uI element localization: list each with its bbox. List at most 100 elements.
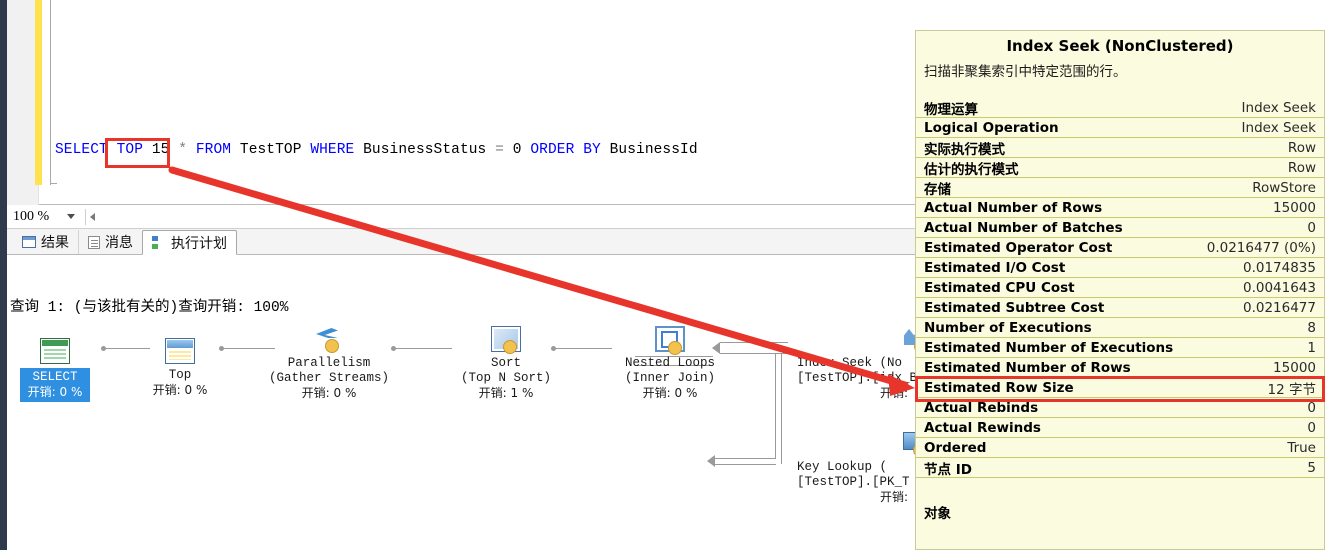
window-left-edge	[0, 0, 7, 550]
tooltip-row: Estimated Operator Cost 0.0216477 (0%)	[916, 238, 1324, 258]
plan-node-index-seek-cost: 开销:	[879, 386, 908, 400]
plan-node-index-seek-sub: [TestTOP].[idx_B	[797, 371, 915, 385]
plan-node-parallelism-cost: 开销: 0 %	[301, 386, 357, 400]
tooltip-row-value: 0	[1307, 399, 1316, 416]
plan-node-select[interactable]: SELECT 开销: 0 %	[15, 338, 95, 402]
execution-plan-canvas[interactable]: SELECT 开销: 0 % Top 开销: 0 % Parallelism (…	[7, 318, 915, 550]
plan-node-sort[interactable]: Sort (Top N Sort) 开销: 1 %	[447, 326, 565, 401]
tooltip-row-key: Actual Number of Rows	[924, 199, 1103, 216]
connector-top-to-select	[101, 346, 150, 351]
scroll-left-icon[interactable]	[90, 212, 96, 221]
tooltip-row-key: Estimated I/O Cost	[924, 259, 1066, 276]
connector-loops-to-sort	[551, 346, 612, 351]
plan-node-parallelism[interactable]: Parallelism (Gather Streams) 开销: 0 %	[259, 339, 399, 401]
tooltip-row-key: Estimated CPU Cost	[924, 279, 1075, 296]
tooltip-row-value: 15000	[1273, 359, 1316, 376]
plan-node-index-seek[interactable]: Index Seek (No [TestTOP].[idx_B 开销:	[797, 340, 915, 401]
status-divider	[85, 208, 87, 225]
tooltip-row-key: Actual Number of Batches	[924, 219, 1123, 236]
plan-node-parallelism-sub: (Gather Streams)	[268, 371, 390, 385]
tooltip-row-value: 0	[1307, 219, 1316, 236]
tab-results[interactable]: 结果	[13, 230, 78, 254]
tooltip-row-value: 1	[1307, 339, 1316, 356]
tooltip-row-value: Index Seek	[1241, 99, 1316, 116]
plan-node-top[interactable]: Top 开销: 0 %	[135, 338, 225, 398]
connector-parallelism-to-top	[219, 346, 275, 351]
tooltip-row-key: Estimated Operator Cost	[924, 239, 1113, 256]
sort-icon	[491, 326, 521, 354]
tooltip-row-value: Index Seek	[1241, 119, 1316, 136]
key-lookup-icon	[901, 430, 915, 457]
tooltip-row: 实际执行模式 Row	[916, 138, 1324, 158]
tooltip-row: 节点 ID 5	[916, 458, 1324, 478]
parallelism-icon	[314, 326, 344, 353]
plan-query-cost-line: 查询 1: (与该批有关的)查询开销: 100%	[10, 300, 289, 316]
tooltip-row-value: 12 字节	[1267, 381, 1316, 398]
tooltip-row-value: 8	[1307, 319, 1316, 336]
plan-node-key-lookup-name: Key Lookup (	[797, 460, 888, 474]
tooltip-row: 物理运算 Index Seek	[916, 98, 1324, 118]
plan-node-nested-loops[interactable]: Nested Loops (Inner Join) 开销: 0 %	[605, 326, 735, 401]
zoom-level-label: 100 %	[13, 208, 50, 224]
tooltip-row-key: Actual Rebinds	[924, 399, 1039, 416]
tooltip-row-value: Row	[1287, 139, 1316, 156]
tab-execution-plan-label: 执行计划	[171, 235, 227, 252]
tooltip-row-key: 实际执行模式	[924, 141, 1005, 158]
tooltip-row-key: Ordered	[924, 439, 987, 456]
plan-node-nested-loops-name: Nested Loops	[624, 356, 715, 370]
tooltip-row-value: 0.0216477	[1242, 299, 1316, 316]
code-fold-line	[50, 0, 51, 185]
plan-node-top-name: Top	[168, 368, 192, 382]
tooltip-row: Estimated CPU Cost 0.0041643	[916, 278, 1324, 298]
tooltip-row-key: Number of Executions	[924, 319, 1092, 336]
plan-node-nested-loops-sub: (Inner Join)	[624, 371, 715, 385]
index-seek-icon	[901, 326, 915, 353]
tooltip-row: 估计的执行模式 Row	[916, 158, 1324, 178]
tooltip-row-value: True	[1287, 439, 1316, 456]
sql-editor-pane[interactable]: SELECT TOP 15 * FROM TestTOP WHERE Busin…	[7, 0, 915, 205]
tooltip-row-value: 5	[1307, 459, 1316, 476]
plan-node-top-cost: 开销: 0 %	[152, 383, 208, 397]
plan-node-select-cost: 开销: 0 %	[27, 385, 83, 399]
tab-messages-label: 消息	[105, 235, 133, 251]
plan-node-key-lookup-sub: [TestTOP].[PK_T	[797, 475, 910, 489]
tooltip-row-key: Estimated Row Size	[924, 379, 1074, 396]
connector-sort-to-parallelism	[391, 346, 452, 351]
change-tracking-bar	[35, 0, 42, 185]
plan-node-sort-sub: (Top N Sort)	[460, 371, 551, 385]
execution-plan-icon	[152, 236, 166, 249]
app-window: SELECT TOP 15 * FROM TestTOP WHERE Busin…	[0, 0, 1325, 550]
tooltip-title: Index Seek (NonClustered)	[1006, 37, 1234, 55]
plan-node-index-seek-name: Index Seek (No	[797, 356, 903, 370]
tab-messages[interactable]: 消息	[78, 230, 142, 254]
results-tabstrip: 结果 消息 执行计划	[7, 229, 915, 255]
tooltip-row-key: 物理运算	[924, 101, 978, 118]
plan-node-key-lookup[interactable]: Key Lookup ( [TestTOP].[PK_T 开销:	[797, 432, 915, 505]
tab-execution-plan[interactable]: 执行计划	[142, 230, 237, 255]
connector-keylookup-vertical	[775, 354, 782, 464]
tooltip-row-key: Estimated Number of Rows	[924, 359, 1131, 376]
select-icon	[40, 338, 70, 364]
code-fold-foot	[50, 183, 57, 184]
tooltip-row-key: 估计的执行模式	[924, 161, 1019, 178]
zoom-level-combo[interactable]: 100 %	[7, 207, 81, 227]
plan-node-select-name: SELECT	[32, 370, 78, 384]
tooltip-row-key: Actual Rewinds	[924, 419, 1041, 436]
chevron-down-icon[interactable]	[67, 214, 76, 219]
nested-loops-icon	[655, 326, 685, 355]
tooltip-row: Actual Rebinds 0	[916, 398, 1324, 418]
connector-seek-to-loops	[720, 342, 788, 354]
tooltip-row: Actual Number of Batches 0	[916, 218, 1324, 238]
tooltip-row-value: Row	[1287, 159, 1316, 176]
top-icon	[165, 338, 195, 364]
plan-node-sort-name: Sort	[490, 356, 521, 370]
tooltip-row: 存储 RowStore	[916, 178, 1324, 198]
tooltip-row: Estimated I/O Cost 0.0174835	[916, 258, 1324, 278]
tooltip-row-value: 15000	[1273, 199, 1316, 216]
tooltip-row: Estimated Subtree Cost 0.0216477	[916, 298, 1324, 318]
tooltip-row-value: RowStore	[1252, 179, 1316, 196]
tooltip-row-value: 0	[1307, 419, 1316, 436]
tooltip-row-value: 0.0174835	[1242, 259, 1316, 276]
message-icon	[88, 235, 100, 249]
tooltip-spacer	[916, 80, 1324, 98]
